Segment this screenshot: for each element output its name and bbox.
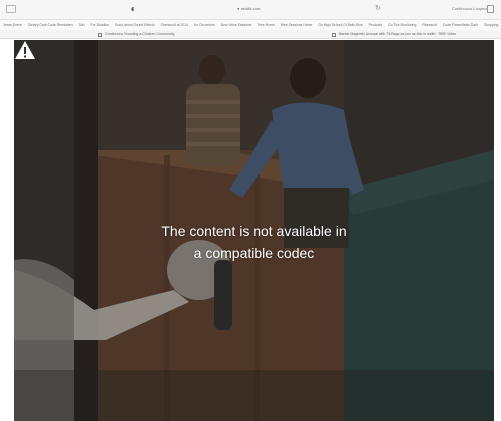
bookmark-item[interactable]: Dietary Carb Code Reminders (28, 22, 73, 28)
tab-favicon-icon (98, 32, 102, 37)
codec-error-message: a compatible codec (193, 245, 315, 261)
share-icon[interactable] (487, 5, 494, 13)
bookmark-item[interactable]: Products (369, 22, 382, 28)
video-player[interactable]: The content is not available in a compat… (14, 40, 494, 421)
address-bar[interactable]: ● reddit.com (237, 6, 260, 12)
bookmark-item[interactable]: For Buddies (91, 22, 109, 28)
bookmark-item[interactable]: Good about Sound Effects (115, 22, 155, 28)
bookmark-item[interactable]: Go High School Of Balls Rice (318, 22, 362, 28)
bookmark-item[interactable]: Sherwood at 2014 (161, 22, 189, 28)
bookmark-item[interactable]: Jesse Dress (3, 22, 22, 28)
reload-icon[interactable]: ↻ (375, 4, 381, 13)
tab-label: Continuous Shooting a Chicken Community (105, 32, 175, 36)
title-bar: ◐ ● reddit.com ↻ Continuous Looped (0, 0, 501, 20)
tab-label: Barbie Magnetic Arousal with 75 Bags as … (339, 32, 457, 36)
bookmark-item[interactable]: Web Sessions Home (281, 22, 313, 28)
bookmark-item[interactable]: New Voice Sessions (221, 22, 252, 28)
bookmark-item[interactable]: Mel (79, 22, 84, 28)
bookmarks-bar: Jesse Dress Dietary Carb Code Reminders … (0, 20, 501, 30)
warning-triangle-icon (15, 41, 35, 59)
sidebar-toggle-icon[interactable] (6, 5, 16, 13)
codec-error-message: The content is not available in (161, 223, 347, 239)
browser-window: ◐ ● reddit.com ↻ Continuous Looped Jesse… (0, 0, 501, 421)
bookmark-item[interactable]: Code Flowerfields Dark (443, 22, 478, 28)
tab-favicon-icon (332, 32, 336, 37)
bookmark-item[interactable]: Time Home (257, 22, 274, 28)
profile-label[interactable]: Continuous Looped (452, 6, 487, 12)
tab-left[interactable]: Continuous Shooting a Chicken Community (98, 32, 175, 37)
bookmark-item[interactable]: Go Tick Monitoring (388, 22, 416, 28)
bookmark-item[interactable]: Shopping (484, 22, 498, 28)
bookmark-item[interactable]: for Chromium (194, 22, 215, 28)
privacy-shield-icon[interactable]: ◐ (129, 4, 138, 15)
bookmark-item[interactable]: Research (422, 22, 437, 28)
tab-right[interactable]: Barbie Magnetic Arousal with 75 Bags as … (332, 32, 456, 37)
tab-strip: Continuous Shooting a Chicken Community … (0, 30, 501, 39)
